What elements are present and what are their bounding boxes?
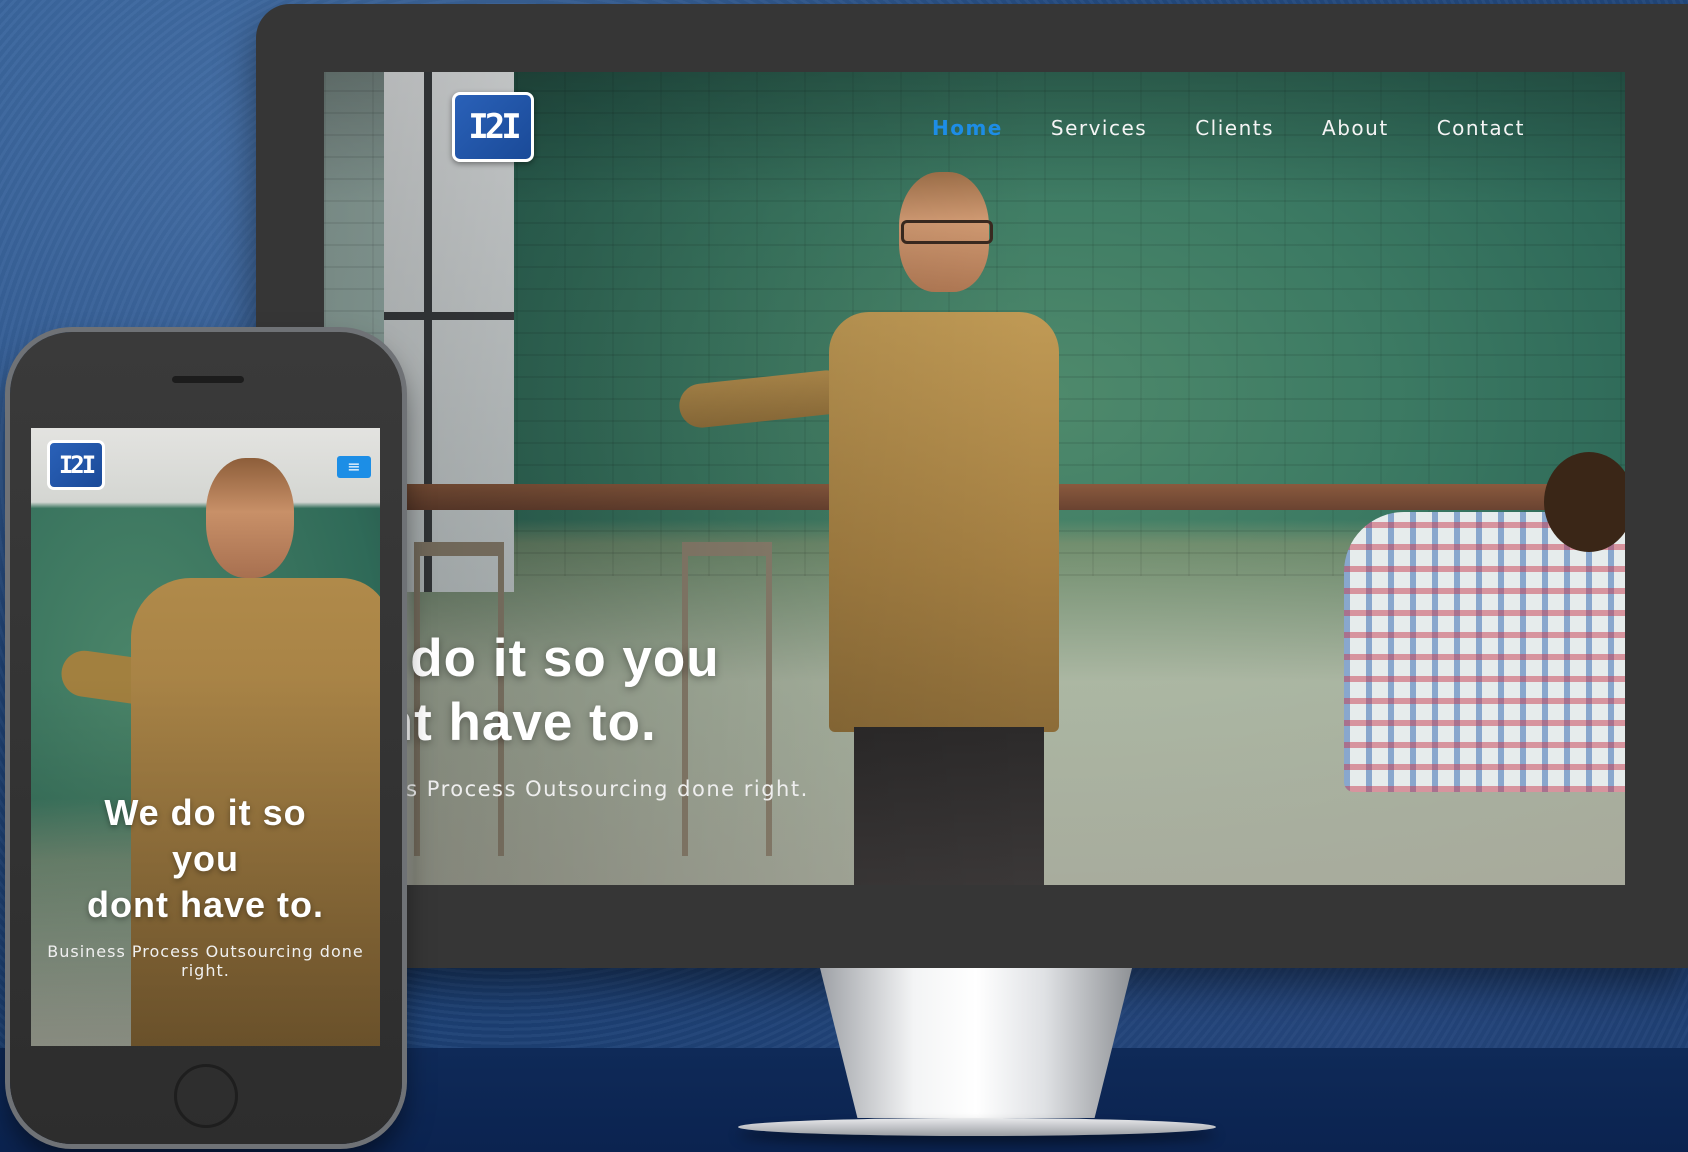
- mobile-site-logo[interactable]: I2I: [47, 440, 105, 490]
- phone-speaker: [172, 376, 244, 383]
- hamburger-menu-icon[interactable]: ≡: [337, 456, 371, 478]
- nav-contact-link[interactable]: Contact: [1437, 116, 1525, 140]
- nav-clients-link[interactable]: Clients: [1195, 116, 1274, 140]
- nav-services-link[interactable]: Services: [1051, 116, 1147, 140]
- mobile-hero: We do it so you dont have to. Business P…: [31, 790, 380, 980]
- mobile-hero-line-1: We do it so: [104, 792, 307, 833]
- mobile-logo-icon: I2I: [58, 451, 96, 479]
- phone-home-button[interactable]: [174, 1064, 238, 1128]
- mobile-hero-line-3: dont have to.: [87, 884, 324, 925]
- mobile-phone: I2I ≡ We do it so you dont have to. Busi…: [10, 332, 402, 1144]
- desktop-screen: I2I Home Services Clients About Contact …: [324, 72, 1625, 885]
- desktop-navbar: I2I Home Services Clients About Contact: [324, 72, 1625, 182]
- monitor-stand-base: [738, 1118, 1216, 1136]
- nav-about-link[interactable]: About: [1322, 116, 1389, 140]
- hero-heading: We do it so you dont have to.: [324, 627, 1224, 755]
- hero-subtitle: Business Process Outsourcing done right.: [324, 777, 809, 801]
- mobile-hero-heading: We do it so you dont have to.: [31, 790, 380, 928]
- nav-menu: Home Services Clients About Contact: [932, 116, 1525, 140]
- desktop-hero: We do it so you dont have to. Business P…: [324, 627, 1224, 801]
- nav-home-link[interactable]: Home: [932, 116, 1003, 140]
- mobile-hero-subtitle: Business Process Outsourcing done right.: [47, 942, 364, 980]
- logo-icon: I2I: [468, 107, 521, 147]
- monitor-stand: [820, 968, 1132, 1118]
- site-logo[interactable]: I2I: [452, 92, 534, 162]
- mobile-hero-line-2: you: [171, 838, 239, 879]
- mobile-screen: I2I ≡ We do it so you dont have to. Busi…: [31, 428, 380, 1046]
